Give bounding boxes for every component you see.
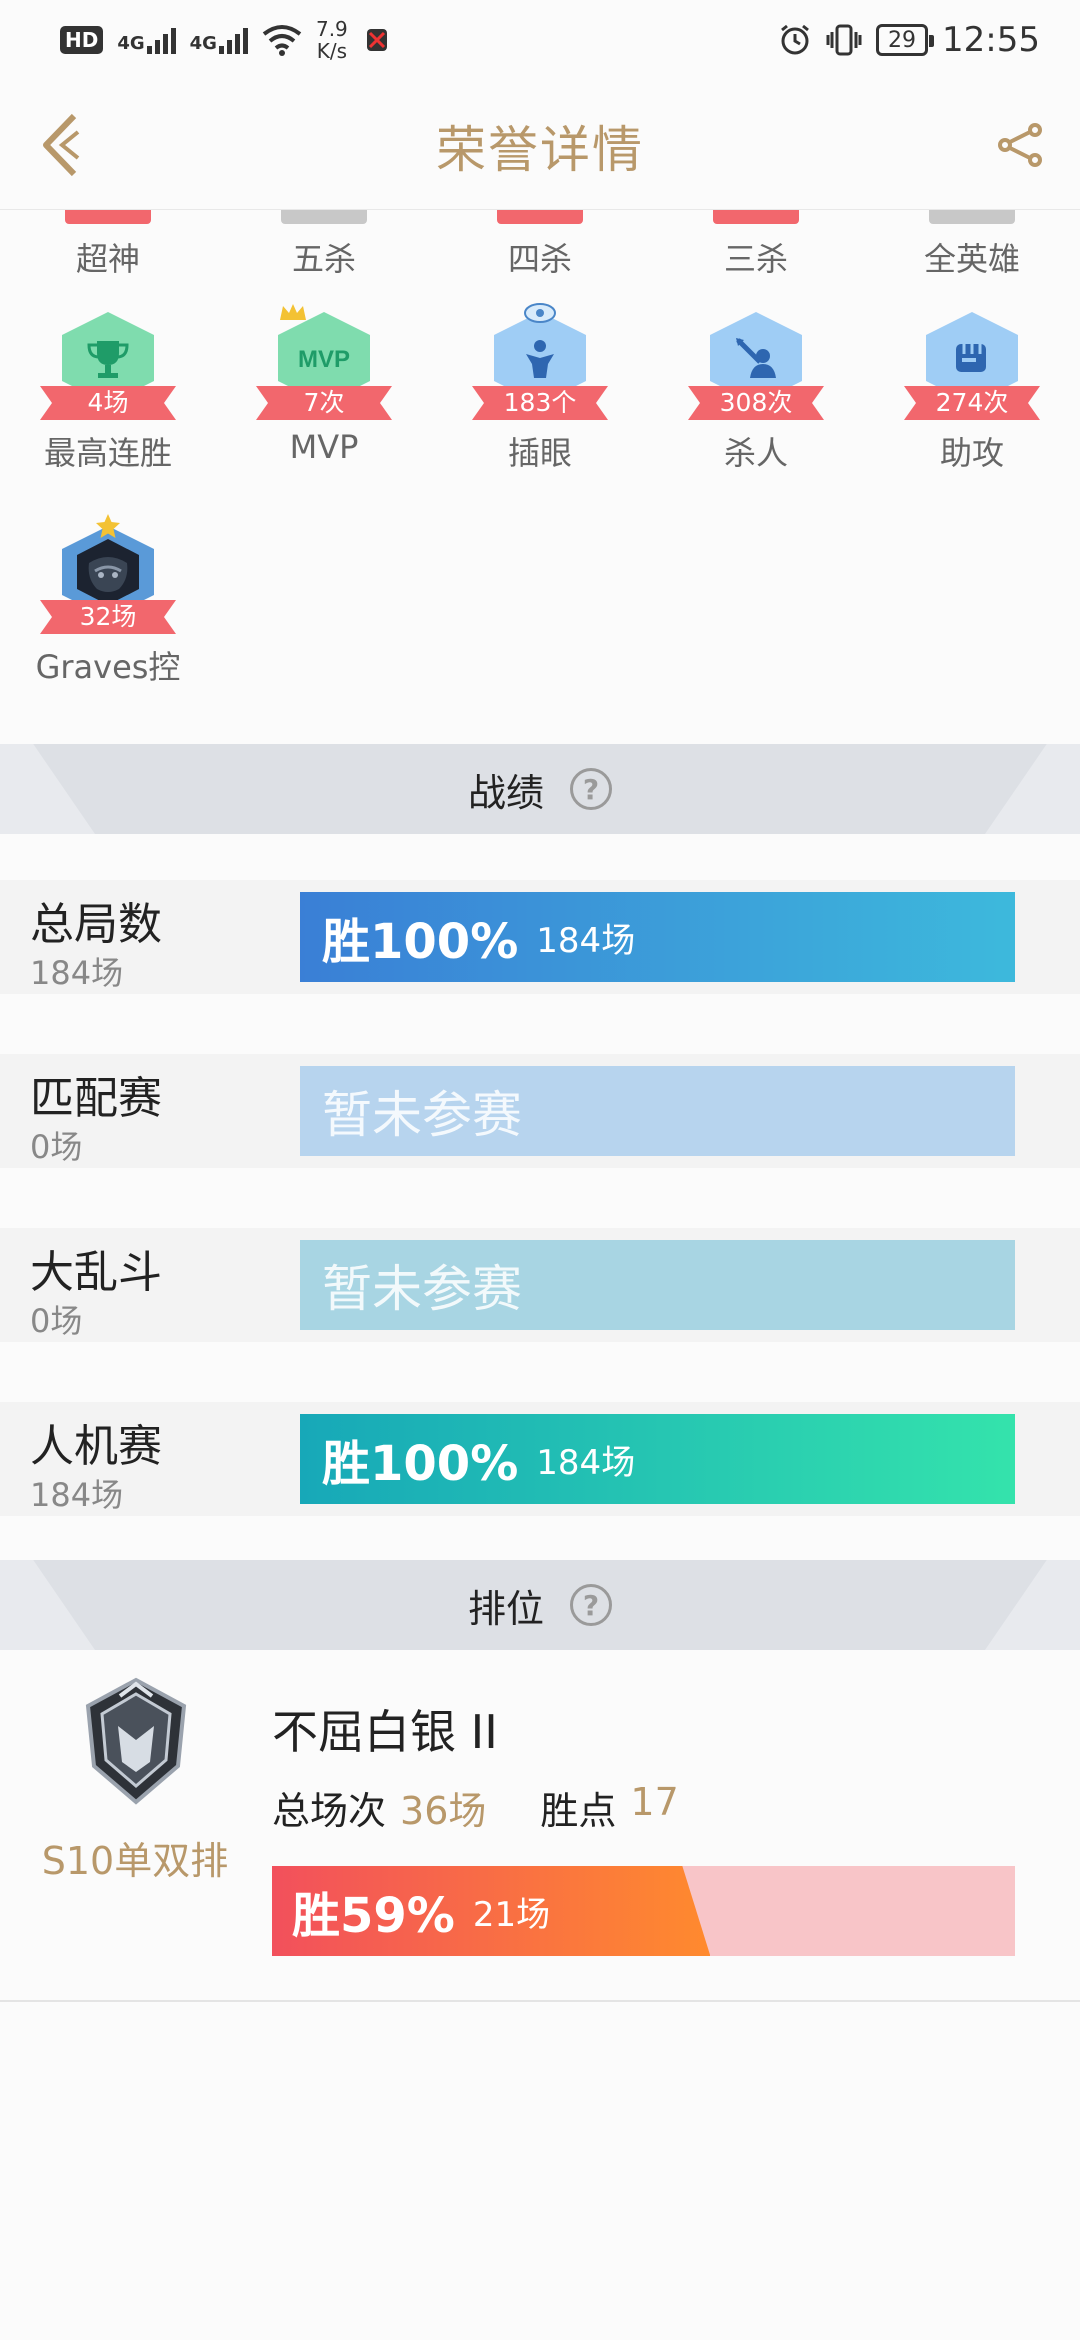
- honor-badges-grid: 超神 五杀 四杀 三杀 全英雄 4场 最高连胜 MVP 7次 MVP 183个 …: [0, 210, 1080, 740]
- badge-value: 4场: [40, 386, 176, 420]
- badge-mvp[interactable]: MVP 7次 MVP: [216, 304, 432, 466]
- network-speed: 7.9 K/s: [316, 18, 348, 62]
- badge-label-pentakill[interactable]: 五杀: [216, 234, 432, 280]
- rank-tier: 不屈白银 II: [272, 1705, 498, 1759]
- badge-label: 插眼: [507, 434, 572, 472]
- record-help-icon[interactable]: ?: [570, 768, 612, 810]
- rank-season-label: S10单双排: [41, 1839, 229, 1883]
- league-points-label: 胜点: [540, 1789, 617, 1833]
- badge-value: 308次: [688, 386, 824, 420]
- share-button[interactable]: [990, 110, 1050, 180]
- stat-name: 大乱斗: [30, 1247, 162, 1298]
- ranked-section-header: 排位 ?: [0, 1560, 1080, 1650]
- hd-icon: HD: [60, 26, 104, 54]
- top-row-ribbon-4: [713, 210, 799, 224]
- badge-graves-main[interactable]: 32场 Graves控: [0, 514, 216, 688]
- ranked-win-rate-text: 胜59% 21场: [292, 1866, 550, 1956]
- badge-label: MVP: [289, 428, 359, 466]
- top-row-ribbon-1: [65, 210, 151, 224]
- trophy-icon: [87, 341, 129, 378]
- signal-1-icon: 4G: [117, 26, 176, 54]
- badge-label: 杀人: [723, 434, 788, 472]
- mvp-icon: MVP: [298, 346, 350, 373]
- stat-count: 0场: [30, 1128, 83, 1166]
- not-played-label: 暂未参赛: [322, 1260, 522, 1318]
- ranked-win-rate-bar: 胜59% 21场: [272, 1866, 1015, 1956]
- status-bar: HD 4G 4G 7.9 K/s 29 12:55: [0, 0, 1080, 80]
- honor-details-page: HD 4G 4G 7.9 K/s 29 12:55 荣誉详情 超神 五杀 四杀 …: [0, 0, 1080, 2340]
- stat-row-normal[interactable]: 匹配赛 0场 暂未参赛: [0, 1054, 1080, 1168]
- stat-row-total[interactable]: 总局数 184场 胜100% 184场: [0, 880, 1080, 994]
- status-left: HD 4G 4G 7.9 K/s: [60, 18, 392, 62]
- battery-icon: 29: [876, 24, 935, 56]
- speed-value: 7.9: [315, 17, 348, 41]
- badge-value: 183个: [472, 386, 608, 420]
- stat-count: 0场: [30, 1302, 83, 1340]
- badge-label-all-champions[interactable]: 全英雄: [864, 234, 1080, 280]
- ranked-win-games: 21场: [472, 1894, 551, 1935]
- stat-count: 184场: [30, 1476, 124, 1514]
- top-nav-bar: 荣誉详情: [0, 80, 1080, 210]
- badge-label: 最高连胜: [43, 434, 172, 472]
- win-rate-label: 胜100%: [322, 1436, 519, 1492]
- total-games-label: 总场次: [272, 1789, 387, 1833]
- silver-rank-emblem-icon: [85, 1677, 187, 1805]
- svg-text:MVP: MVP: [298, 346, 350, 373]
- speed-unit: K/s: [316, 39, 348, 63]
- record-section-header: 战绩 ?: [0, 744, 1080, 834]
- ranked-card[interactable]: S10单双排 不屈白银 II 总场次 36场 胜点 17 胜59% 21场: [0, 1650, 1080, 2002]
- ward-icon: [526, 340, 554, 378]
- win-rate-bar: 暂未参赛: [300, 1066, 1015, 1156]
- network-1-label: 4G: [117, 33, 145, 54]
- section-title-ranked: 排位: [467, 1586, 544, 1631]
- stat-row-bots[interactable]: 人机赛 184场 胜100% 184场: [0, 1402, 1080, 1516]
- assist-fist-icon: [956, 344, 986, 372]
- badge-assists[interactable]: 274次 助攻: [864, 308, 1080, 474]
- clock: 12:55: [942, 20, 1040, 60]
- network-2-label: 4G: [189, 33, 217, 54]
- badge-label-quadrakill[interactable]: 四杀: [432, 234, 648, 280]
- app-notification-icon: [366, 29, 387, 51]
- top-row-ribbon-2: [281, 210, 367, 224]
- signal-2-icon: 4G: [190, 26, 248, 54]
- badge-kills[interactable]: 308次 杀人: [648, 308, 864, 474]
- badge-label-triplekill[interactable]: 三杀: [648, 234, 864, 280]
- total-games-value: 36场: [400, 1789, 487, 1833]
- badge-win-streak[interactable]: 4场 最高连胜: [0, 308, 216, 474]
- badge-label-legendary[interactable]: 超神: [0, 234, 216, 280]
- badge-value: 274次: [904, 386, 1040, 420]
- badge-wards[interactable]: 183个 插眼: [432, 303, 648, 474]
- games-label: 184场: [536, 920, 636, 961]
- wifi-icon: [262, 25, 302, 56]
- alarm-icon: [781, 24, 809, 55]
- ranked-help-icon[interactable]: ?: [570, 1584, 612, 1626]
- win-rate-bar: 胜100% 184场: [300, 892, 1015, 982]
- stat-name: 总局数: [30, 899, 162, 950]
- status-right: 29 12:55: [778, 20, 1040, 60]
- stat-row-aram[interactable]: 大乱斗 0场 暂未参赛: [0, 1228, 1080, 1342]
- ranked-win-rate-label: 胜59%: [292, 1888, 455, 1944]
- page-title: 荣誉详情: [436, 121, 644, 179]
- vibrate-icon: [826, 24, 862, 56]
- top-row-ribbon-5: [929, 210, 1015, 224]
- kill-icon: [736, 338, 776, 378]
- top-row-ribbon-3: [497, 210, 583, 224]
- share-icon: [998, 123, 1042, 167]
- stat-name: 匹配赛: [30, 1073, 162, 1124]
- section-title-record: 战绩: [467, 770, 544, 815]
- win-rate-bar: 胜100% 184场: [300, 1414, 1015, 1504]
- badge-label: 助攻: [939, 434, 1004, 472]
- league-points-value: 17: [630, 1780, 679, 1824]
- badge-value: 32场: [40, 600, 176, 634]
- badge-label: Graves控: [35, 648, 181, 686]
- stat-name: 人机赛: [30, 1421, 162, 1472]
- win-rate-label: 胜100%: [322, 914, 519, 970]
- stat-count: 184场: [30, 954, 124, 992]
- badge-value: 7次: [256, 386, 392, 420]
- games-label: 184场: [536, 1442, 636, 1483]
- not-played-label: 暂未参赛: [322, 1086, 522, 1144]
- win-rate-bar: 暂未参赛: [300, 1240, 1015, 1330]
- rank-meta: 总场次 36场 胜点 17: [272, 1780, 679, 1835]
